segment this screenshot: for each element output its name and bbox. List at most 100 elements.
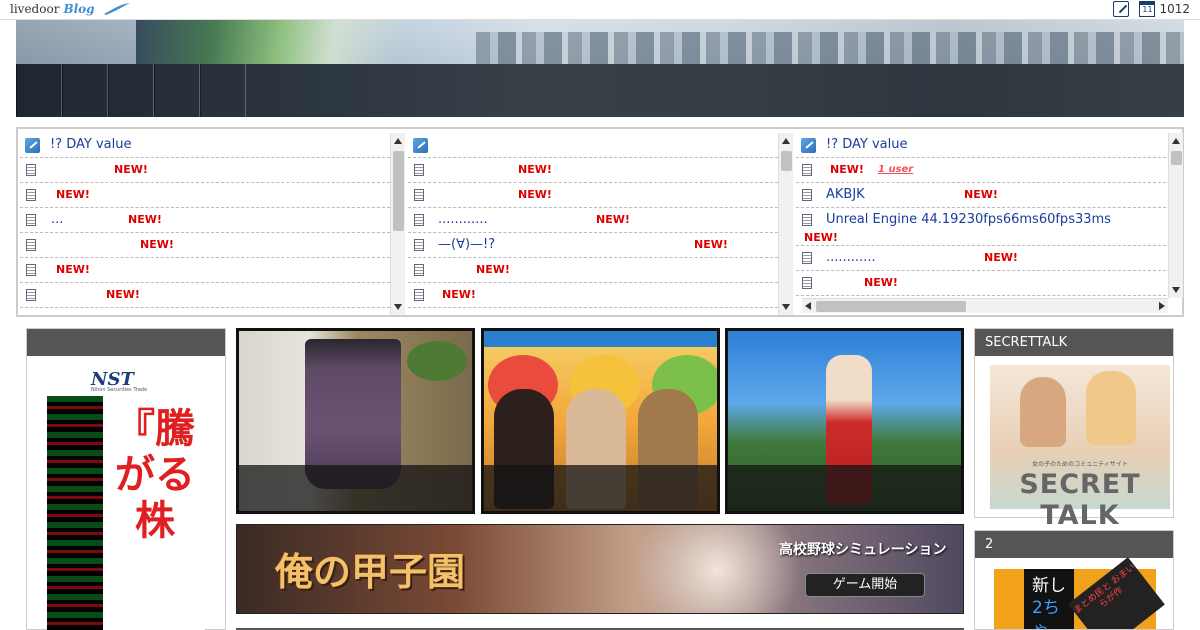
koshien-title: 俺の甲子園: [275, 549, 466, 594]
nav-item[interactable]: [62, 64, 108, 117]
ad-headline: 『騰がる株: [115, 405, 195, 544]
header-leaf-image: [136, 20, 396, 64]
feed-row[interactable]: NEW!: [20, 258, 390, 283]
new-badge: NEW!: [476, 263, 510, 276]
feed-title[interactable]: ............: [438, 208, 488, 232]
antenna-feeds: !? DAY value NEW! NEW! ... NEW! NEW! NEW!…: [16, 127, 1184, 317]
feed-row[interactable]: NEW!: [20, 183, 390, 208]
feed-row[interactable]: NEW!: [408, 183, 778, 208]
article-icon: [802, 214, 812, 226]
matome-line-1: 新し: [1032, 576, 1066, 596]
new-badge: NEW!: [114, 163, 148, 176]
feed-title[interactable]: ............: [826, 246, 876, 270]
start-game-button[interactable]: ゲーム開始: [805, 573, 925, 597]
feed-title[interactable]: AKBJK: [826, 183, 865, 207]
secrettalk-widget: SECRETTALK 女の子のためのコミュニティサイト SECRET TALK: [974, 328, 1174, 531]
feed-row[interactable]: !? DAY value: [20, 133, 390, 158]
feed-title[interactable]: ...: [51, 208, 63, 232]
photo-tile[interactable]: [481, 328, 720, 514]
new-badge: NEW!: [864, 276, 898, 289]
left-sidebar-header: [27, 329, 225, 356]
feed-row[interactable]: ............ NEW!: [796, 246, 1166, 271]
feed-row[interactable]: Unreal Engine 44.19230fps66ms60fps33ms NE…: [796, 208, 1166, 246]
feed-row[interactable]: NEW!: [20, 283, 390, 308]
livedoor-blog-logo[interactable]: livedoor Blog: [10, 2, 130, 16]
brand-name: livedoor: [10, 2, 60, 16]
scroll-down-icon[interactable]: [394, 304, 402, 310]
nav-item[interactable]: [200, 64, 246, 117]
feed-row[interactable]: ... NEW!: [20, 208, 390, 233]
feed-middle-scrollbar[interactable]: [778, 133, 793, 315]
feed-left-scrollbar[interactable]: [390, 133, 405, 315]
scroll-up-icon[interactable]: [782, 138, 790, 144]
new-badge: NEW!: [596, 213, 630, 226]
stock-chart-graphic: [47, 396, 107, 630]
scroll-down-icon[interactable]: [782, 304, 790, 310]
stock-ad-banner[interactable]: 『騰がる株: [47, 396, 205, 630]
feed-row[interactable]: —(∀)—!? NEW!: [408, 233, 778, 258]
matome-ad[interactable]: 新し 2ちゃ まとめ民と おまいらが作: [994, 557, 1165, 629]
edit-icon[interactable]: [1113, 1, 1130, 17]
photo-caption-bar: [728, 465, 961, 511]
feed-title[interactable]: !? DAY value: [826, 133, 908, 157]
post-count: 1012: [1159, 2, 1190, 16]
feed-row[interactable]: ............ NEW!: [408, 208, 778, 233]
new-badge: NEW!: [128, 213, 162, 226]
ad-person: [1020, 377, 1066, 447]
feed-row[interactable]: !? DAY value: [796, 133, 1166, 158]
feed-title[interactable]: !? DAY value: [50, 133, 132, 157]
matome-note: まとめ民と おまいらが作: [1068, 557, 1165, 629]
feed-row[interactable]: NEW!: [20, 158, 390, 183]
scroll-thumb[interactable]: [1171, 151, 1182, 165]
article-icon: [802, 164, 812, 176]
new-badge: NEW!: [56, 263, 90, 276]
photo-tile[interactable]: [725, 328, 964, 514]
left-sidebar: NST Nihon Securities Trade 『騰がる株: [26, 328, 226, 630]
photo-tile[interactable]: [236, 328, 475, 514]
scroll-thumb[interactable]: [393, 151, 404, 231]
header-buildings-image: [476, 32, 1184, 64]
blog-icon: [801, 138, 816, 153]
top-right-tools: 11 1012: [1113, 1, 1190, 17]
new-badge: NEW!: [694, 238, 728, 251]
scroll-up-icon[interactable]: [1172, 138, 1180, 144]
user-count-link[interactable]: 1 user: [878, 158, 913, 182]
secrettalk-ad[interactable]: 女の子のためのコミュニティサイト SECRET TALK: [990, 365, 1170, 531]
feed-row[interactable]: NEW!: [408, 158, 778, 183]
header-navbar: [16, 64, 1184, 117]
calendar-counter[interactable]: 11 1012: [1139, 1, 1190, 17]
scroll-thumb[interactable]: [816, 301, 966, 312]
feed-row[interactable]: NEW!: [408, 258, 778, 283]
feed-row[interactable]: NEW!: [796, 271, 1166, 296]
scroll-thumb[interactable]: [781, 151, 792, 171]
scroll-up-icon[interactable]: [394, 138, 402, 144]
scroll-right-icon[interactable]: [1159, 302, 1165, 310]
new-badge: NEW!: [518, 188, 552, 201]
nav-item[interactable]: [16, 64, 62, 117]
feed-row[interactable]: NEW!: [408, 283, 778, 308]
feed-right-hscrollbar[interactable]: [802, 298, 1168, 313]
scroll-down-icon[interactable]: [1172, 287, 1180, 293]
article-icon: [802, 277, 812, 289]
new-badge: NEW!: [56, 188, 90, 201]
article-icon: [26, 264, 36, 276]
feed-row[interactable]: [408, 133, 778, 158]
new-badge: NEW!: [106, 288, 140, 301]
article-icon: [26, 164, 36, 176]
koshien-game-banner[interactable]: 俺の甲子園 高校野球シミュレーション ゲーム開始: [236, 524, 964, 614]
ad-person: [1086, 371, 1136, 445]
feed-row[interactable]: NEW!: [20, 233, 390, 258]
secrettalk-header: SECRETTALK: [975, 329, 1173, 356]
photo-caption-bar: [239, 465, 472, 511]
nav-item[interactable]: [108, 64, 154, 117]
livedoor-topbar: livedoor Blog 11 1012: [0, 0, 1200, 20]
feed-right-scrollbar[interactable]: [1168, 133, 1183, 298]
nav-item[interactable]: [154, 64, 200, 117]
feed-row[interactable]: NEW! 1 user: [796, 158, 1166, 183]
scroll-left-icon[interactable]: [805, 302, 811, 310]
feed-title[interactable]: —(∀)—!?: [438, 233, 495, 257]
koshien-subtitle: 高校野球シミュレーション: [779, 542, 947, 558]
matome-ad-text: 新し 2ちゃ: [1024, 569, 1074, 629]
feed-title[interactable]: Unreal Engine 44.19230fps66ms60fps33ms: [826, 208, 1111, 232]
feed-row[interactable]: AKBJK NEW!: [796, 183, 1166, 208]
